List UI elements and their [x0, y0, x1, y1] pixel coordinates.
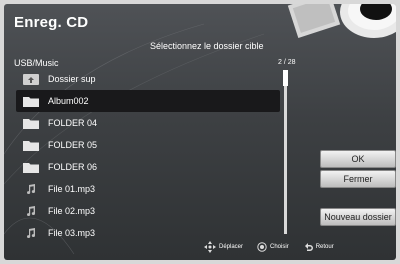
list-item-folder[interactable]: FOLDER 04 [16, 112, 280, 134]
music-note-icon [22, 182, 40, 196]
list-item-parent-folder[interactable]: Dossier sup [16, 68, 280, 90]
list-item-folder[interactable]: FOLDER 06 [16, 156, 280, 178]
list-item-file[interactable]: File 01.mp3 [16, 178, 280, 200]
folder-icon [22, 116, 40, 130]
list-item-label: File 01.mp3 [48, 184, 96, 194]
list-item-file[interactable]: File 02.mp3 [16, 200, 280, 222]
folder-icon [22, 138, 40, 152]
current-path: USB/Music [14, 58, 59, 68]
guide-move: Déplacer [204, 241, 243, 253]
folder-icon [22, 94, 40, 108]
page-title: Enreg. CD [14, 14, 89, 31]
button-guide: Déplacer Choisir Retour [204, 240, 394, 254]
list-item-label: File 03.mp3 [48, 228, 96, 238]
instruction-text: Sélectionnez le dossier cible [150, 41, 264, 51]
list-item-label: FOLDER 05 [48, 140, 98, 150]
list-item-label: FOLDER 06 [48, 162, 98, 172]
list-item-label: Dossier sup [48, 74, 96, 84]
dpad-icon [204, 241, 216, 253]
folder-icon [22, 160, 40, 174]
music-note-icon [22, 226, 40, 240]
close-button[interactable]: Fermer [320, 170, 396, 188]
list-item-folder[interactable]: FOLDER 05 [16, 134, 280, 156]
parent-folder-icon [22, 72, 40, 86]
file-list: Dossier sup Album002 FOLDER 04 FOLDER 05… [16, 68, 280, 244]
enter-button-icon [257, 242, 267, 252]
ok-button[interactable]: OK [320, 150, 396, 168]
list-item-label: File 02.mp3 [48, 206, 96, 216]
coffee-cup-graphic [287, 4, 396, 38]
scrollbar-track[interactable] [284, 70, 287, 234]
guide-choose-label: Choisir [270, 244, 289, 250]
music-note-icon [22, 204, 40, 218]
guide-choose: Choisir [257, 242, 289, 252]
guide-move-label: Déplacer [219, 244, 244, 250]
guide-back: Retour [303, 242, 334, 252]
list-item-label: Album002 [48, 96, 89, 106]
list-item-folder-selected[interactable]: Album002 [16, 90, 280, 112]
page-indicator: 2 / 28 [278, 59, 296, 66]
record-cd-screen: Enreg. CD Sélectionnez le dossier cible … [4, 4, 396, 260]
new-folder-button[interactable]: Nouveau dossier [320, 208, 396, 226]
guide-back-label: Retour [315, 244, 334, 250]
back-arrow-icon [304, 243, 313, 251]
list-item-label: FOLDER 04 [48, 118, 98, 128]
scrollbar-thumb[interactable] [283, 70, 288, 86]
